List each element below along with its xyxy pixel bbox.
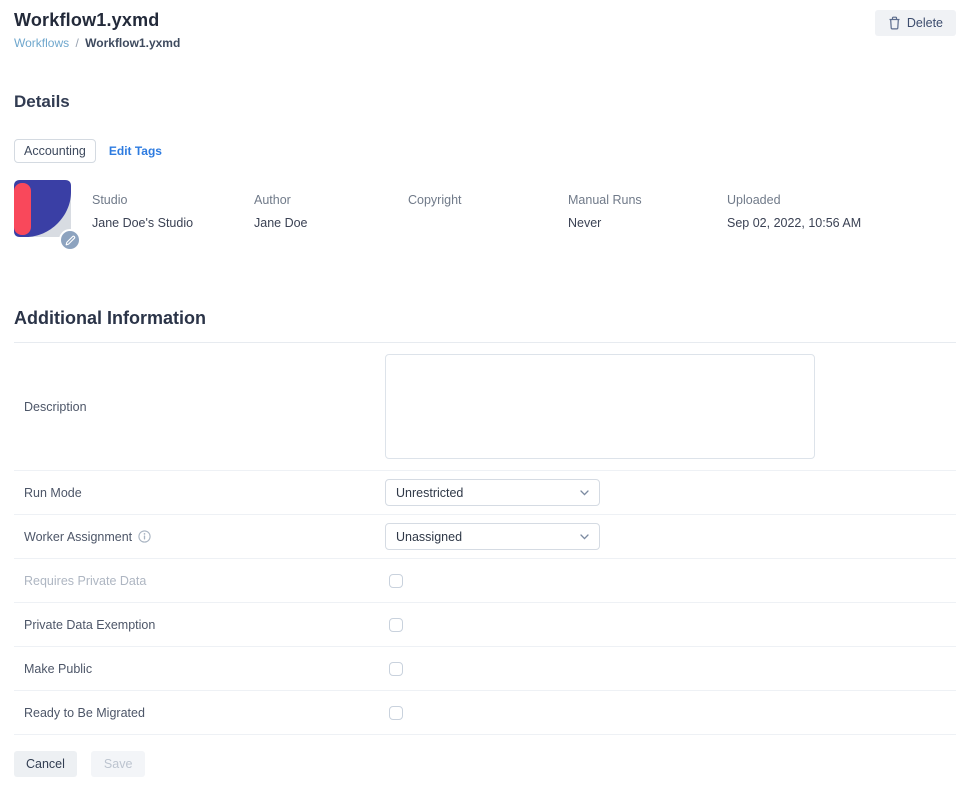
breadcrumb-current: Workflow1.yxmd — [85, 36, 180, 50]
requires-private-data-label: Requires Private Data — [14, 574, 385, 588]
make-public-row: Make Public — [14, 647, 956, 691]
chevron-down-icon — [580, 534, 589, 540]
workflow-fields: Studio Jane Doe's Studio Author Jane Doe… — [92, 180, 861, 237]
additional-info-form: Description Run Mode Unrestricted Worker… — [14, 342, 956, 735]
field-value: Jane Doe — [254, 216, 408, 231]
ready-to-be-migrated-label: Ready to Be Migrated — [14, 706, 385, 720]
field-value — [408, 216, 568, 231]
run-mode-label: Run Mode — [14, 486, 385, 500]
field-uploaded: Uploaded Sep 02, 2022, 10:56 AM — [727, 193, 861, 237]
page-title: Workflow1.yxmd — [14, 10, 180, 31]
field-label: Copyright — [408, 193, 568, 207]
requires-private-data-checkbox[interactable] — [389, 574, 403, 588]
field-copyright: Copyright — [408, 193, 568, 237]
make-public-checkbox[interactable] — [389, 662, 403, 676]
field-studio: Studio Jane Doe's Studio — [92, 193, 254, 237]
delete-button[interactable]: Delete — [875, 10, 956, 36]
private-data-exemption-row: Private Data Exemption — [14, 603, 956, 647]
cancel-button[interactable]: Cancel — [14, 751, 77, 777]
description-input[interactable] — [385, 354, 815, 459]
requires-private-data-row: Requires Private Data — [14, 559, 956, 603]
delete-button-label: Delete — [907, 16, 943, 30]
workflow-detail-page: Workflow1.yxmd Workflows / Workflow1.yxm… — [0, 0, 970, 801]
field-label: Author — [254, 193, 408, 207]
field-value: Never — [568, 216, 727, 231]
edit-tags-link[interactable]: Edit Tags — [109, 144, 162, 158]
run-mode-value: Unrestricted — [396, 486, 463, 500]
ready-to-be-migrated-row: Ready to Be Migrated — [14, 691, 956, 735]
field-label: Studio — [92, 193, 254, 207]
ready-to-be-migrated-checkbox[interactable] — [389, 706, 403, 720]
tags-row: Accounting Edit Tags — [14, 139, 956, 163]
field-author: Author Jane Doe — [254, 193, 408, 237]
workflow-thumbnail — [14, 180, 71, 237]
private-data-exemption-checkbox[interactable] — [389, 618, 403, 632]
info-icon[interactable] — [138, 530, 151, 543]
page-header: Workflow1.yxmd Workflows / Workflow1.yxm… — [14, 0, 956, 50]
tag-chip[interactable]: Accounting — [14, 139, 96, 163]
breadcrumb-separator: / — [75, 36, 78, 50]
workflow-icon — [14, 180, 71, 237]
worker-assignment-select[interactable]: Unassigned — [385, 523, 600, 550]
field-label: Uploaded — [727, 193, 861, 207]
save-button[interactable]: Save — [91, 751, 146, 777]
field-manual-runs: Manual Runs Never — [568, 193, 727, 237]
worker-assignment-row: Worker Assignment Unassigned — [14, 515, 956, 559]
edit-thumbnail-button[interactable] — [59, 229, 81, 251]
worker-assignment-value: Unassigned — [396, 530, 462, 544]
run-mode-row: Run Mode Unrestricted — [14, 471, 956, 515]
form-footer: Cancel Save — [14, 751, 956, 777]
workflow-summary: Studio Jane Doe's Studio Author Jane Doe… — [14, 180, 956, 237]
pencil-icon — [65, 235, 76, 246]
field-value: Sep 02, 2022, 10:56 AM — [727, 216, 861, 231]
trash-icon — [888, 16, 901, 30]
field-value: Jane Doe's Studio — [92, 216, 254, 231]
chevron-down-icon — [580, 490, 589, 496]
description-row: Description — [14, 343, 956, 471]
field-label: Manual Runs — [568, 193, 727, 207]
additional-info-heading: Additional Information — [14, 308, 956, 329]
make-public-label: Make Public — [14, 662, 385, 676]
run-mode-select[interactable]: Unrestricted — [385, 479, 600, 506]
header-text: Workflow1.yxmd Workflows / Workflow1.yxm… — [14, 10, 180, 50]
breadcrumb: Workflows / Workflow1.yxmd — [14, 36, 180, 50]
details-heading: Details — [14, 92, 956, 112]
description-label: Description — [14, 400, 385, 414]
worker-assignment-label: Worker Assignment — [14, 530, 385, 544]
breadcrumb-workflows-link[interactable]: Workflows — [14, 36, 69, 50]
private-data-exemption-label: Private Data Exemption — [14, 618, 385, 632]
worker-assignment-label-text: Worker Assignment — [24, 530, 132, 544]
